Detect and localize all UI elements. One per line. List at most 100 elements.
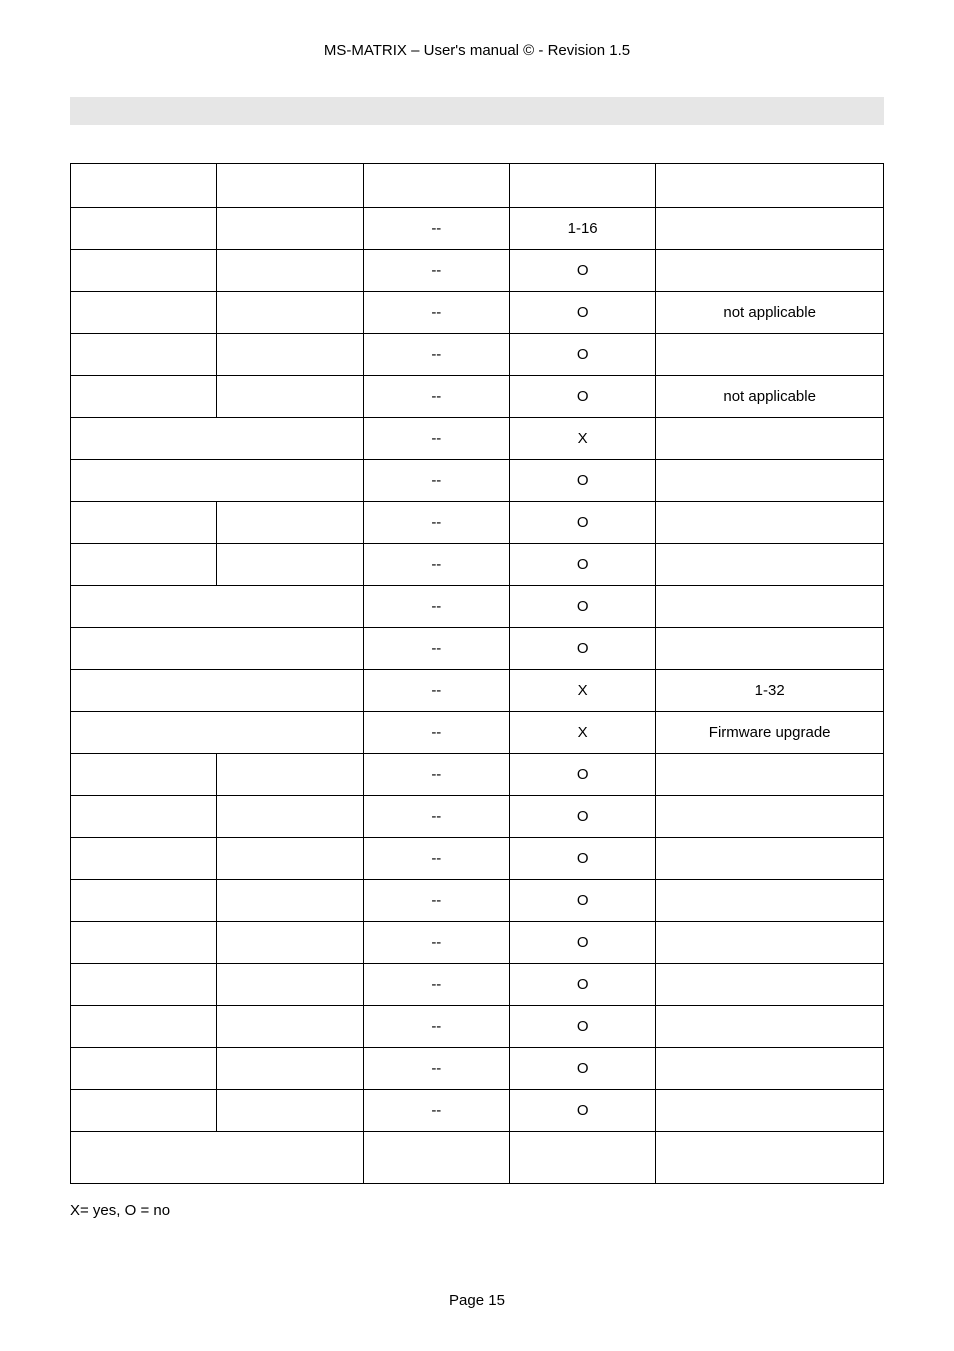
table-cell (656, 1048, 884, 1090)
table-cell (656, 544, 884, 586)
table-cell: -- (363, 376, 509, 418)
table-row: --O (71, 544, 884, 586)
table-cell (656, 586, 884, 628)
table-cell: O (509, 922, 655, 964)
table-cell: not applicable (656, 292, 884, 334)
table-cell (656, 1090, 884, 1132)
table-cell: O (509, 796, 655, 838)
table-cell: -- (363, 1006, 509, 1048)
table-cell (71, 964, 217, 1006)
table-cell: -- (363, 796, 509, 838)
table-cell (71, 376, 217, 418)
table-cell: O (509, 1006, 655, 1048)
table-row: --X (71, 418, 884, 460)
table-cell: O (509, 544, 655, 586)
table-cell: Firmware upgrade (656, 712, 884, 754)
table-row: --O (71, 586, 884, 628)
table-cell: O (509, 754, 655, 796)
table-cell (656, 502, 884, 544)
table-row: --1-16 (71, 208, 884, 250)
table-cell (71, 1090, 217, 1132)
table-cell: -- (363, 922, 509, 964)
table-cell: X (509, 418, 655, 460)
table-header-cell (363, 164, 509, 208)
table-row: --O (71, 502, 884, 544)
table-cell (217, 754, 363, 796)
table-cell (71, 922, 217, 964)
table-cell (71, 1006, 217, 1048)
table-cell (217, 880, 363, 922)
table-header-cell (656, 164, 884, 208)
table-cell (71, 880, 217, 922)
table-cell (71, 1048, 217, 1090)
table-cell (217, 922, 363, 964)
table-cell: -- (363, 754, 509, 796)
table-cell: -- (363, 838, 509, 880)
table-cell: -- (363, 1048, 509, 1090)
table-cell: -- (363, 418, 509, 460)
table-cell (656, 796, 884, 838)
table-cell (509, 1132, 655, 1184)
table-cell (656, 754, 884, 796)
table-cell: -- (363, 964, 509, 1006)
table-cell: X (509, 712, 655, 754)
table-cell: -- (363, 880, 509, 922)
table-cell: -- (363, 586, 509, 628)
table-cell: O (509, 628, 655, 670)
table-cell (656, 838, 884, 880)
table-cell (656, 880, 884, 922)
table-cell (217, 376, 363, 418)
table-cell (217, 250, 363, 292)
table-cell: 1-32 (656, 670, 884, 712)
table-cell (71, 796, 217, 838)
table-cell (71, 292, 217, 334)
table-row: --O (71, 334, 884, 376)
table-row: --O (71, 250, 884, 292)
table-cell (363, 1132, 509, 1184)
table-cell: -- (363, 1090, 509, 1132)
data-table: --1-16--O--Onot applicable--O--Onot appl… (70, 163, 884, 1184)
table-cell: -- (363, 250, 509, 292)
table-cell (217, 838, 363, 880)
legend-text: X= yes, O = no (70, 1202, 884, 1219)
table-cell: O (509, 292, 655, 334)
table-cell: -- (363, 460, 509, 502)
table-cell (71, 586, 364, 628)
table-cell (217, 334, 363, 376)
table-cell: O (509, 334, 655, 376)
table-cell: O (509, 586, 655, 628)
table-cell (217, 796, 363, 838)
table-cell: X (509, 670, 655, 712)
table-cell (656, 628, 884, 670)
table-cell: O (509, 1090, 655, 1132)
table-cell (656, 922, 884, 964)
table-cell: O (509, 964, 655, 1006)
table-cell (71, 754, 217, 796)
table-cell: O (509, 250, 655, 292)
table-header-cell (217, 164, 363, 208)
table-cell (71, 334, 217, 376)
table-cell (217, 208, 363, 250)
table-cell: -- (363, 208, 509, 250)
page-footer: Page 15 (0, 1292, 954, 1309)
table-cell (217, 502, 363, 544)
page-header: MS-MATRIX – User's manual © - Revision 1… (0, 0, 954, 97)
table-cell: -- (363, 334, 509, 376)
table-cell (71, 670, 364, 712)
table-row: --O (71, 628, 884, 670)
table-cell (217, 1006, 363, 1048)
table-cell: O (509, 838, 655, 880)
table-row: --O (71, 1006, 884, 1048)
table-cell (71, 460, 364, 502)
table-cell (71, 418, 364, 460)
table-cell (71, 838, 217, 880)
table-cell: O (509, 1048, 655, 1090)
table-cell (71, 712, 364, 754)
table-cell: O (509, 376, 655, 418)
content-area: --1-16--O--Onot applicable--O--Onot appl… (70, 163, 884, 1219)
table-cell (656, 250, 884, 292)
table-cell (656, 1132, 884, 1184)
table-cell: -- (363, 670, 509, 712)
table-header-cell (509, 164, 655, 208)
table-row: --O (71, 754, 884, 796)
